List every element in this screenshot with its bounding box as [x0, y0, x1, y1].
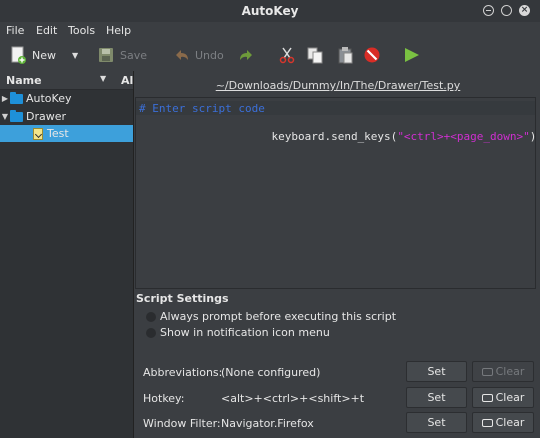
script-settings-heading: Script Settings: [136, 292, 229, 305]
chevron-right-icon[interactable]: ▶: [0, 94, 10, 103]
notify-checkbox[interactable]: Show in notification icon menu: [146, 326, 330, 339]
sort-down-icon: ▼: [100, 74, 107, 83]
tree-item-drawer[interactable]: ▼ Drawer: [0, 108, 133, 125]
undo-button[interactable]: Undo: [172, 44, 224, 66]
cut-button[interactable]: [278, 44, 296, 66]
paste-button[interactable]: [336, 44, 354, 66]
window-filter-value: Navigator.Firefox: [221, 417, 314, 430]
redo-button[interactable]: [238, 44, 256, 66]
maximize-button[interactable]: [501, 5, 512, 16]
run-button[interactable]: [402, 44, 420, 66]
new-button[interactable]: New: [9, 44, 56, 66]
no-entry-icon: [363, 46, 381, 64]
copy-button[interactable]: [306, 44, 324, 66]
title-bar: AutoKey ×: [0, 0, 540, 22]
save-button-label: Save: [120, 48, 148, 62]
window-filter-set-button[interactable]: Set: [406, 412, 467, 433]
code-line: keyboard.send_keys("<ctrl>+<page_down>"): [271, 130, 536, 143]
script-icon: [33, 127, 43, 140]
new-document-icon: [9, 46, 27, 64]
toolbar: New ▼ Save Undo: [0, 40, 540, 70]
script-path-link[interactable]: ~/Downloads/Dummy/In/The/Drawer/Test.py: [136, 79, 540, 92]
play-icon: [402, 46, 420, 64]
hotkey-value: <alt>+<ctrl>+<shift>+t: [221, 392, 365, 405]
folder-icon: [10, 91, 23, 104]
clear-label: Clear: [495, 391, 525, 404]
menu-tools[interactable]: Tools: [68, 24, 95, 37]
clear-icon: [481, 368, 493, 376]
undo-icon: [172, 46, 190, 64]
redo-icon: [238, 46, 256, 64]
close-button[interactable]: ×: [519, 5, 530, 16]
window-filter-label: Window Filter:: [143, 417, 221, 430]
hotkey-clear-button[interactable]: Clear: [472, 387, 534, 408]
clear-icon: [481, 394, 493, 402]
tree-header: Name ▼ Al: [0, 71, 133, 90]
abbreviations-label: Abbreviations:: [143, 366, 223, 379]
menu-file[interactable]: File: [6, 24, 24, 37]
prompt-checkbox[interactable]: Always prompt before executing this scri…: [146, 310, 396, 323]
tree-item-test[interactable]: Test: [0, 125, 133, 142]
code-prefix: keyboard.send_keys(: [271, 130, 398, 143]
chevron-down-icon: ▼: [72, 50, 79, 60]
new-button-label: New: [32, 48, 56, 62]
tree-item-label: AutoKey: [26, 92, 72, 105]
checkbox-indicator[interactable]: [146, 311, 156, 322]
clear-icon: [481, 419, 493, 427]
new-dropdown-arrow[interactable]: ▼: [72, 44, 78, 66]
delete-button[interactable]: [363, 44, 381, 66]
tree-item-label: Test: [47, 127, 69, 140]
menu-bar: File Edit Tools Help: [0, 22, 540, 40]
save-button[interactable]: Save: [97, 44, 147, 66]
undo-button-label: Undo: [195, 48, 224, 62]
chevron-down-icon[interactable]: ▼: [0, 112, 10, 121]
checkbox-indicator[interactable]: [146, 327, 156, 338]
abbreviations-value: (None configured): [221, 366, 321, 379]
tree-item-autokey[interactable]: ▶ AutoKey: [0, 90, 133, 107]
clear-label: Clear: [495, 416, 525, 429]
column-name-header[interactable]: Name: [6, 74, 42, 87]
clear-label: Clear: [495, 365, 525, 378]
copy-icon: [306, 46, 324, 64]
scissors-icon: [278, 46, 296, 64]
hotkey-label: Hotkey:: [143, 392, 185, 405]
menu-edit[interactable]: Edit: [36, 24, 57, 37]
column-abbr-header[interactable]: Al: [121, 74, 133, 87]
code-string: "<ctrl>+<page_down>": [397, 130, 530, 143]
hotkey-set-button[interactable]: Set: [406, 387, 467, 408]
code-editor[interactable]: # Enter script code keyboard.send_keys("…: [135, 97, 536, 289]
window-title: AutoKey: [241, 4, 299, 18]
menu-help[interactable]: Help: [106, 24, 131, 37]
code-suffix: ): [529, 130, 537, 143]
code-comment: # Enter script code: [139, 102, 265, 115]
tree-item-label: Drawer: [26, 110, 67, 123]
abbreviations-clear-button[interactable]: Clear: [472, 361, 534, 382]
folder-tree: Name ▼ Al ▶ AutoKey ▼ Drawer Test: [0, 71, 134, 438]
abbreviations-set-button[interactable]: Set: [406, 361, 467, 382]
prompt-checkbox-label: Always prompt before executing this scri…: [160, 310, 397, 323]
notify-checkbox-label: Show in notification icon menu: [160, 326, 330, 339]
minimize-button[interactable]: [483, 5, 494, 16]
save-icon: [97, 46, 115, 64]
window-filter-clear-button[interactable]: Clear: [472, 412, 534, 433]
folder-icon: [10, 109, 23, 122]
paste-icon: [336, 46, 354, 64]
